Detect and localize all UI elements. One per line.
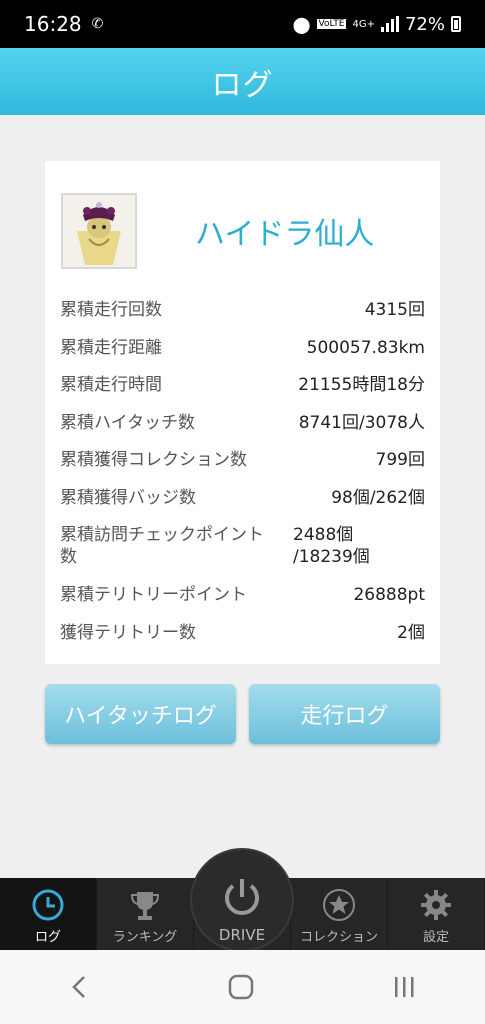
stat-row-territories: 獲得テリトリー数 2個 [60,614,425,652]
stat-label: 累積獲得バッジ数 [60,487,196,508]
stat-value: 21155時間18分 [298,375,425,395]
stat-row-drive-time: 累積走行時間 21155時間18分 [60,366,425,404]
home-icon[interactable] [228,974,254,1000]
stat-row-distance: 累積走行距離 500057.83km [60,329,425,367]
tab-log[interactable]: ログ [0,878,97,950]
stat-value: 8741回/3078人 [298,412,425,433]
status-icons: ⬤ VoLTE 4G+ 72% [293,14,461,35]
system-nav-bar [0,950,485,1024]
tab-ranking[interactable]: ランキング [97,878,194,950]
tab-label: ランキング [112,930,178,945]
stat-value: 26888pt [353,585,425,605]
stat-value: 98個/262個 [331,487,425,508]
page-title: ログ [211,67,274,103]
tab-label: コレクション [299,930,378,945]
stat-value: 2個 [397,622,425,643]
driving-log-button[interactable]: 走行ログ [249,684,440,744]
gear-icon [421,890,451,920]
recent-apps-icon[interactable] [391,974,417,1000]
battery-icon [451,16,461,32]
status-bar: 16:28 ✆ ⬤ VoLTE 4G+ 72% [0,0,485,48]
stat-row-badges: 累積獲得バッジ数 98個/262個 [60,479,425,517]
stat-label: 獲得テリトリー数 [60,622,196,643]
back-icon[interactable] [69,974,91,1000]
stat-label: 累積テリトリーポイント [60,585,247,605]
power-icon [225,879,259,915]
stat-label: 累積ハイタッチ数 [60,412,195,433]
location-icon: ⬤ [292,14,311,34]
stat-label: 累積訪問チェックポイント数 [60,525,264,567]
stat-label: 累積走行距離 [60,337,162,358]
stat-value: 2488個 /18239個 [293,525,370,567]
tab-label: ログ [34,930,61,945]
stat-value: 500057.83km [306,337,425,358]
tab-collection[interactable]: コレクション [291,878,388,950]
stat-row-checkpoints: 累積訪問チェックポイント数 2488個 /18239個 [60,516,425,576]
avatar[interactable] [61,193,137,269]
tab-settings[interactable]: 設定 [388,878,485,950]
drive-button[interactable]: DRIVE [190,848,294,952]
signal-icon [380,16,399,32]
avatar-character-icon [63,195,135,267]
stat-label: 累積獲得コレクション数 [60,450,247,470]
trophy-icon [130,892,160,920]
stat-row-hitouch: 累積ハイタッチ数 8741回/3078人 [60,404,425,442]
drive-label: DRIVE [218,926,266,944]
status-time: 16:28 [24,12,82,36]
network-label: 4G+ [352,18,375,30]
clock-icon [32,889,64,921]
stat-row-territory-points: 累積テリトリーポイント 26888pt [60,576,425,614]
battery-percent: 72% [404,13,445,35]
hitouch-log-button[interactable]: ハイタッチログ [45,684,236,744]
call-icon: ✆ [91,16,104,32]
profile-card: ハイドラ仙人 累積走行回数 4315回 累積走行距離 500057.83km 累… [45,161,440,664]
star-icon [323,889,355,921]
stat-value: 799回 [375,450,425,470]
stat-value: 4315回 [364,300,425,320]
tab-label: 設定 [422,930,449,945]
stat-row-drive-count: 累積走行回数 4315回 [60,291,425,329]
app-header: ログ [0,48,485,115]
stat-row-collection: 累積獲得コレクション数 799回 [60,441,425,479]
stat-label: 累積走行時間 [60,375,162,395]
volte-label: VoLTE [316,19,347,29]
stat-label: 累積走行回数 [60,300,162,320]
stats-list: 累積走行回数 4315回 累積走行距離 500057.83km 累積走行時間 2… [60,291,425,651]
username: ハイドラ仙人 [195,217,375,252]
